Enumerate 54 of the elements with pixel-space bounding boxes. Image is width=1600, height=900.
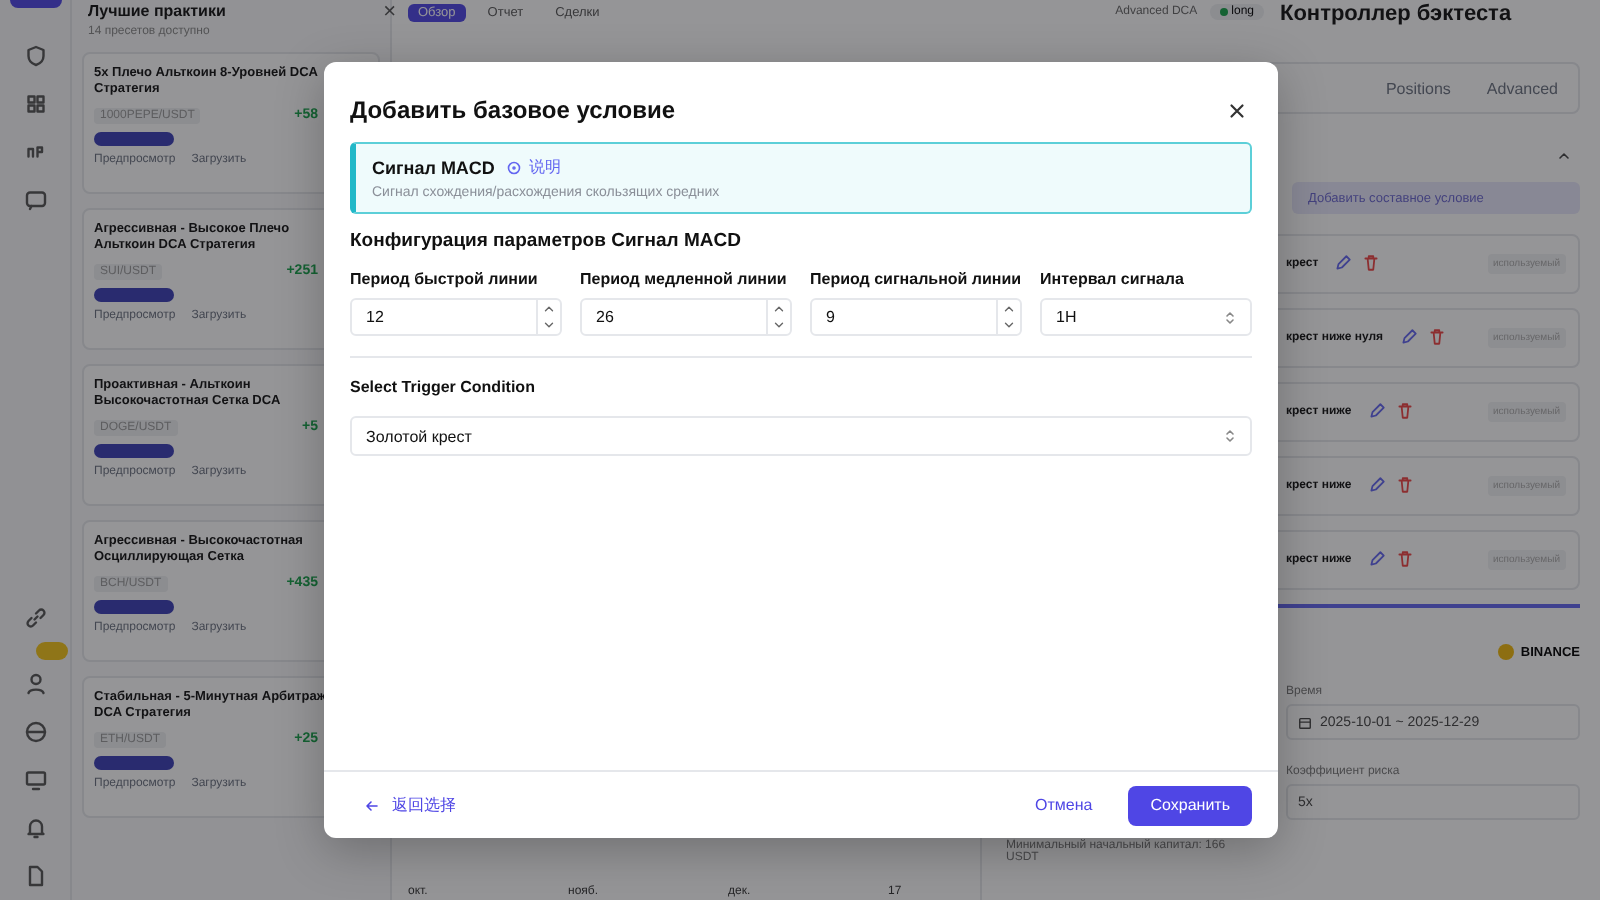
number-field[interactable]: 26 bbox=[580, 298, 792, 336]
bell-icon bbox=[23, 816, 47, 840]
app-logo[interactable] bbox=[9, 0, 61, 8]
strategy-badge bbox=[94, 599, 174, 614]
chevron-up-icon bbox=[1002, 301, 1016, 316]
trash-icon bbox=[1395, 402, 1414, 420]
field-label: Интервал сигнала bbox=[1040, 270, 1186, 288]
user-icon bbox=[23, 672, 47, 696]
monitor-icon bbox=[23, 768, 47, 792]
save-button[interactable]: Сохранить bbox=[1128, 785, 1252, 825]
chevron-down-icon bbox=[1002, 318, 1016, 333]
chevron-up-icon bbox=[1556, 148, 1572, 164]
info-icon bbox=[506, 159, 523, 175]
edit-icon bbox=[1367, 402, 1386, 420]
help-link[interactable]: 说明 bbox=[506, 156, 561, 178]
number-field[interactable]: 9 bbox=[810, 298, 1022, 336]
link-icon bbox=[23, 606, 47, 630]
grid-icon bbox=[23, 92, 47, 116]
calendar-icon bbox=[1298, 715, 1312, 729]
edit-icon bbox=[1367, 476, 1386, 494]
chevron-up-icon bbox=[542, 301, 556, 316]
controller-tab[interactable]: Positions bbox=[1385, 79, 1451, 97]
number-field[interactable]: 12 bbox=[350, 298, 562, 336]
trash-icon bbox=[1362, 254, 1381, 272]
controller-tab[interactable]: Advanced bbox=[1486, 79, 1558, 97]
field-label: Период медленной линии bbox=[580, 270, 789, 288]
edit-icon bbox=[1367, 550, 1386, 568]
trash-icon bbox=[1427, 328, 1446, 346]
notification-badge bbox=[36, 642, 68, 660]
chevron-up-icon bbox=[772, 301, 786, 316]
sort-arrows-icon bbox=[1222, 428, 1238, 444]
strategy-badge bbox=[94, 755, 174, 770]
strategy-badge bbox=[94, 131, 174, 146]
trigger-dropdown[interactable]: Золотой крест bbox=[350, 416, 1252, 456]
interval-dropdown[interactable]: 1H bbox=[1040, 298, 1252, 336]
field-label: Период сигнальной линии bbox=[810, 270, 1022, 288]
close-icon bbox=[1226, 99, 1248, 121]
arrow-left-icon bbox=[364, 797, 380, 813]
edit-icon bbox=[1399, 328, 1418, 346]
chevron-down-icon bbox=[542, 318, 556, 333]
trash-icon bbox=[1395, 550, 1414, 568]
chat-icon bbox=[23, 188, 47, 212]
shield-icon bbox=[23, 44, 47, 68]
chevron-down-icon bbox=[772, 318, 786, 333]
panel-title: Лучшие практики bbox=[88, 2, 226, 20]
strategy-badge bbox=[94, 443, 174, 458]
trash-icon bbox=[1395, 476, 1414, 494]
document-icon bbox=[23, 864, 47, 888]
strategy-badge bbox=[94, 287, 174, 302]
close-button[interactable]: × bbox=[383, 0, 396, 24]
sort-arrows-icon bbox=[1222, 309, 1238, 325]
panel-title: Контроллер бэктеста bbox=[1280, 0, 1514, 30]
cancel-button[interactable]: Отмена bbox=[1019, 788, 1109, 822]
edit-icon bbox=[1334, 254, 1353, 272]
